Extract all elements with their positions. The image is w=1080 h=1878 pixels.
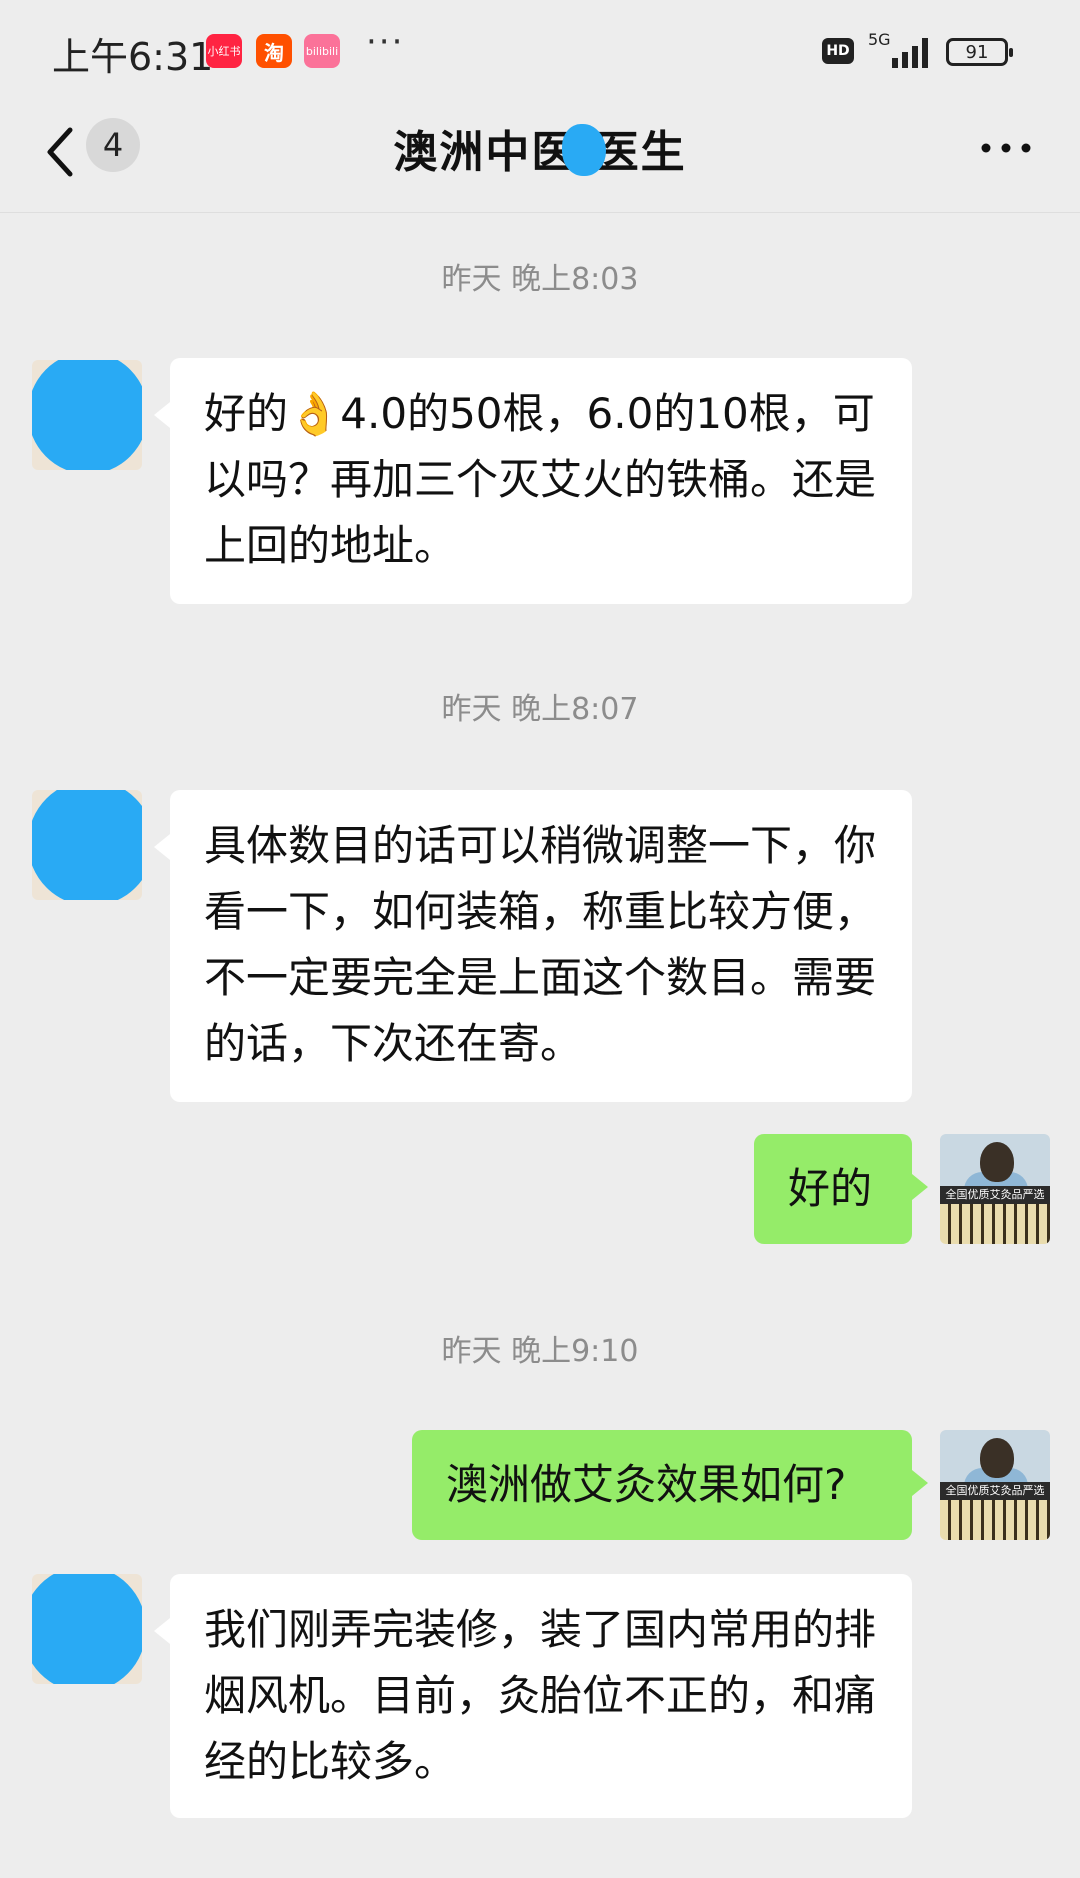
redaction-mark [32,1574,142,1684]
message-timestamp: 昨天 晚上9:10 [441,1334,639,1369]
contact-avatar[interactable] [32,790,142,900]
bilibili-app-icon: bilibili [304,34,340,68]
back-arrow-icon[interactable] [38,122,82,182]
status-bar: 上午6:31 小红书 淘 bilibili ··· HD 5G 91 [0,0,1080,100]
redaction-mark [32,360,142,470]
more-notifications-icon: ··· [366,22,405,62]
taobao-app-icon: 淘 [256,34,292,68]
message-timestamp: 昨天 晚上8:07 [441,692,639,727]
chat-title: 澳洲中医 医生 [393,127,687,178]
user-avatar[interactable]: 全国优质艾灸品严选 [940,1134,1050,1244]
network-type: 5G [868,30,891,49]
hd-voice-icon: HD [822,38,854,64]
contact-avatar[interactable] [32,1574,142,1684]
signal-strength-icon [892,38,928,68]
sent-message-bubble[interactable]: 澳洲做艾灸效果如何? [412,1430,928,1540]
ellipsis-icon[interactable] [976,122,1036,174]
redaction-mark [32,790,142,900]
chat-screen: 上午6:31 小红书 淘 bilibili ··· HD 5G 91 4 澳洲中… [0,0,1080,1878]
unread-count-badge[interactable]: 4 [86,118,140,172]
status-time: 上午6:31 [52,35,214,79]
redaction-mark [562,124,606,176]
xiaohongshu-app-icon: 小红书 [206,34,242,68]
battery-icon: 91 [946,38,1013,66]
sent-message-bubble[interactable]: 好的 [754,1134,928,1244]
received-message-bubble[interactable]: 好的👌4.0的50根，6.0的10根，可以吗？再加三个灭艾火的铁桶。还是上回的地… [154,358,912,604]
received-message-bubble[interactable]: 我们刚弄完装修，装了国内常用的排烟风机。目前，灸胎位不正的，和痛经的比较多。 [154,1574,912,1818]
contact-avatar[interactable] [32,360,142,470]
user-avatar[interactable]: 全国优质艾灸品严选 [940,1430,1050,1540]
message-timestamp: 昨天 晚上8:03 [441,262,639,297]
received-message-bubble[interactable]: 具体数目的话可以稍微调整一下，你看一下，如何装箱，称重比较方便，不一定要完全是上… [154,790,912,1102]
avatar-caption: 全国优质艾灸品严选 [940,1186,1050,1204]
avatar-caption: 全国优质艾灸品严选 [940,1482,1050,1500]
battery-level: 91 [965,41,989,63]
